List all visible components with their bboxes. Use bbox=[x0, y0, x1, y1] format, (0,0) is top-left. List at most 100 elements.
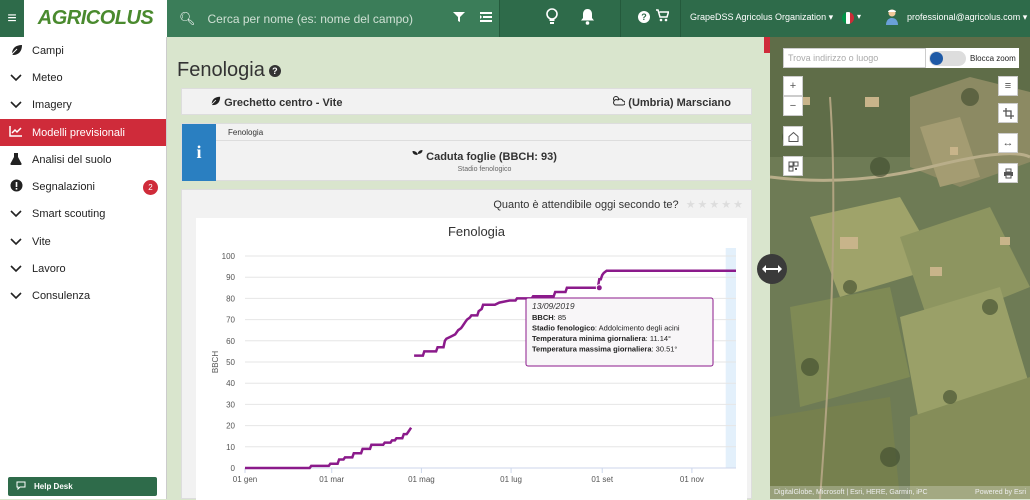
x-tick-label: 01 mag bbox=[408, 475, 435, 484]
help-desk-button[interactable]: Help Desk bbox=[8, 477, 157, 496]
y-axis-label: BBCH bbox=[211, 351, 220, 373]
tooltip-line-value: : Addolcimento degli acini bbox=[595, 324, 680, 333]
x-tick-label: 01 gen bbox=[233, 475, 257, 484]
flask-icon bbox=[8, 152, 24, 168]
tooltip-line-label: BBCH bbox=[532, 313, 554, 322]
phenology-card-label: Fenologia bbox=[228, 128, 264, 137]
map-attribution: DigitalGlobe, Microsoft | Esri, HERE, Ga… bbox=[770, 486, 1030, 499]
alert-icon bbox=[8, 179, 24, 195]
field-card: Grechetto centro - Vite (Umbria) Marscia… bbox=[181, 88, 752, 115]
print-icon[interactable] bbox=[998, 163, 1018, 183]
chart-card: Quanto è attendibile oggi secondo te? ★★… bbox=[181, 189, 752, 500]
toggle-knob bbox=[930, 51, 943, 65]
sidebar-item-lavoro[interactable]: Lavoro bbox=[0, 255, 166, 282]
qr-icon[interactable] bbox=[783, 156, 803, 176]
organization-selector[interactable]: GrapeDSS Agricolus Organization ▾ bbox=[690, 12, 833, 23]
sidebar-item-consulenza[interactable]: Consulenza bbox=[0, 283, 166, 310]
y-tick-label: 80 bbox=[226, 294, 235, 303]
language-flag-icon[interactable] bbox=[842, 12, 854, 24]
y-tick-label: 40 bbox=[226, 379, 235, 388]
chevron-down-icon bbox=[8, 289, 24, 303]
help-desk-label: Help Desk bbox=[34, 482, 73, 491]
rating-row: Quanto è attendibile oggi secondo te? ★★… bbox=[493, 198, 745, 211]
organization-label: GrapeDSS Agricolus Organization bbox=[690, 12, 827, 22]
cart-icon[interactable] bbox=[656, 9, 669, 22]
phenology-card: i Fenologia Caduta foglie (BBCH: 93) Sta… bbox=[181, 123, 753, 181]
lock-zoom-toggle[interactable]: Blocca zoom bbox=[926, 48, 1019, 68]
user-menu[interactable]: professional@agricolus.com ▾ bbox=[907, 12, 1027, 23]
attribution-left: DigitalGlobe, Microsoft | Esri, HERE, Ga… bbox=[774, 489, 928, 496]
rating-stars[interactable]: ★★★★★ bbox=[686, 199, 745, 211]
crop-icon[interactable] bbox=[998, 103, 1018, 123]
satellite-imagery bbox=[770, 37, 1030, 499]
menu-icon[interactable]: ≡ bbox=[0, 0, 24, 37]
chart-title: Fenologia bbox=[448, 224, 506, 239]
bell-icon[interactable] bbox=[580, 8, 595, 25]
location-row: (Umbria) Marsciano bbox=[611, 95, 731, 109]
x-tick-label: 01 lug bbox=[500, 475, 522, 484]
tooltip-line: Temperatura massima giornaliera: 30.51° bbox=[532, 345, 677, 354]
divider bbox=[620, 0, 621, 37]
search-input[interactable]: Cerca per nome (es: nome del campo) bbox=[208, 12, 413, 26]
help-icon[interactable]: ? bbox=[638, 11, 650, 23]
rating-question: Quanto è attendibile oggi secondo te? bbox=[493, 199, 679, 211]
sidebar-item-label: Campi bbox=[32, 44, 64, 57]
sidebar-item-vite[interactable]: Vite bbox=[0, 228, 166, 255]
x-tick-label: 01 mar bbox=[319, 475, 344, 484]
search-bar[interactable]: 🔍︎ Cerca per nome (es: nome del campo) bbox=[167, 0, 499, 37]
tooltip-line: BBCH: 85 bbox=[532, 313, 566, 322]
zoom-in-button[interactable]: + bbox=[783, 76, 803, 96]
measure-icon[interactable]: ↔ bbox=[998, 133, 1018, 153]
zoom-out-button[interactable]: − bbox=[783, 96, 803, 116]
list-icon[interactable] bbox=[479, 10, 493, 24]
y-tick-label: 60 bbox=[226, 337, 235, 346]
satellite-map[interactable] bbox=[770, 37, 1030, 499]
sidebar-item-imagery[interactable]: Imagery bbox=[0, 92, 166, 119]
sidebar-item-campi[interactable]: Campi bbox=[0, 37, 166, 64]
help-icon[interactable]: ? bbox=[268, 64, 281, 77]
series-line-0 bbox=[245, 427, 413, 470]
search-icon: 🔍︎ bbox=[179, 10, 196, 26]
sidebar-item-meteo[interactable]: Meteo bbox=[0, 64, 166, 91]
user-icon[interactable] bbox=[885, 8, 899, 26]
sidebar-item-label: Meteo bbox=[32, 71, 63, 84]
divider bbox=[680, 0, 681, 37]
toggle-switch[interactable] bbox=[929, 50, 966, 66]
tooltip-marker bbox=[595, 284, 603, 292]
logo[interactable]: AGRICOLUS bbox=[24, 0, 167, 37]
resize-handle[interactable] bbox=[757, 254, 787, 284]
sidebar-item-segnalazioni[interactable]: Segnalazioni 2 bbox=[0, 173, 166, 200]
y-tick-label: 70 bbox=[226, 316, 235, 325]
tooltip-line-value: : 11.14° bbox=[646, 334, 671, 343]
lightbulb-icon[interactable] bbox=[545, 8, 559, 26]
divider bbox=[216, 140, 753, 141]
y-tick-label: 90 bbox=[226, 273, 235, 282]
chevron-down-icon bbox=[8, 98, 24, 112]
chevron-down-icon[interactable]: ▾ bbox=[857, 12, 861, 21]
layers-menu-icon[interactable]: ≡ bbox=[998, 76, 1018, 96]
chevron-down-icon bbox=[8, 235, 24, 249]
sidebar-item-analisi-suolo[interactable]: Analisi del suolo bbox=[0, 146, 166, 173]
sidebar-item-label: Analisi del suolo bbox=[32, 153, 112, 166]
y-tick-label: 0 bbox=[231, 464, 236, 473]
sidebar: Campi Meteo Imagery Modelli previsionali… bbox=[0, 37, 167, 499]
map-search-input[interactable]: Trova indirizzo o luogo bbox=[783, 48, 926, 68]
home-icon[interactable] bbox=[783, 126, 803, 146]
divider bbox=[499, 0, 500, 37]
y-tick-label: 50 bbox=[226, 358, 235, 367]
tooltip-line: Stadio fenologico: Addolcimento degli ac… bbox=[532, 324, 680, 333]
notification-badge: 2 bbox=[143, 180, 158, 196]
highlight-band bbox=[725, 248, 736, 468]
filter-icon[interactable] bbox=[452, 10, 466, 24]
sidebar-item-label: Consulenza bbox=[32, 290, 91, 303]
sidebar-item-modelli-previsionali[interactable]: Modelli previsionali bbox=[0, 118, 166, 147]
attribution-right: Powered by Esri bbox=[975, 489, 1026, 496]
chevron-down-icon bbox=[8, 262, 24, 276]
sidebar-item-label: Modelli previsionali bbox=[32, 126, 125, 139]
sidebar-item-smart-scouting[interactable]: Smart scouting bbox=[0, 201, 166, 228]
x-tick-label: 01 set bbox=[591, 475, 614, 484]
tooltip-line-label: Temperatura massima giornaliera bbox=[532, 345, 652, 354]
tooltip-line-label: Stadio fenologico bbox=[532, 324, 595, 333]
sidebar-item-label: Smart scouting bbox=[32, 208, 106, 221]
chevron-down-icon bbox=[8, 207, 24, 221]
